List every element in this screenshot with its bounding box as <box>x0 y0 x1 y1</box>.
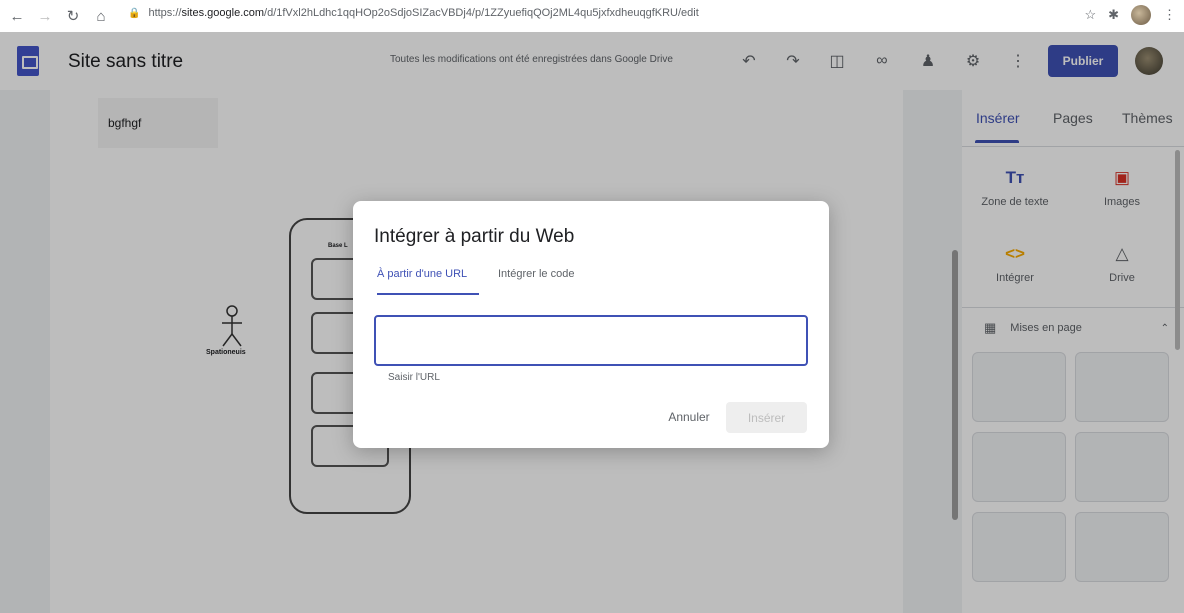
text-block-content[interactable]: bgfhgf <box>108 116 141 130</box>
back-arrow-icon[interactable]: ← <box>6 5 28 27</box>
url-prefix: https:// <box>148 7 182 19</box>
star-icon[interactable]: ☆ <box>1084 7 1096 23</box>
redo-icon[interactable]: ↷ <box>782 50 804 72</box>
layout-option[interactable] <box>1075 512 1169 582</box>
save-status: Toutes les modifications ont été enregis… <box>390 54 673 65</box>
avatar[interactable] <box>1135 47 1163 75</box>
url-input-hint: Saisir l'URL <box>388 372 440 383</box>
layout-option[interactable] <box>972 432 1066 502</box>
phone-title: Base L <box>328 243 348 249</box>
collapse-chevron-icon[interactable]: ⌃ <box>1161 323 1169 334</box>
url-host: sites.google.com <box>181 7 265 19</box>
dialog-title: Intégrer à partir du Web <box>374 226 575 247</box>
browser-actions: ☆ ✱ ⋮ <box>1084 5 1176 25</box>
canvas-scrollbar[interactable] <box>952 250 958 520</box>
lock-icon: 🔒 <box>128 7 141 19</box>
url-input[interactable] <box>374 315 808 366</box>
actor-label: Spationeuis <box>206 349 246 356</box>
layout-option[interactable] <box>1075 352 1169 422</box>
text-box-icon: Tт <box>1005 168 1025 187</box>
tool-drive[interactable]: △ Drive <box>1077 244 1167 284</box>
undo-icon[interactable]: ↶ <box>738 50 760 72</box>
layout-option[interactable] <box>972 512 1066 582</box>
reload-icon[interactable]: ↻ <box>62 5 84 27</box>
tab-embed-code[interactable]: Intégrer le code <box>498 268 574 280</box>
tool-embed-label: Intégrer <box>996 272 1034 284</box>
divider <box>962 307 1184 308</box>
extension-icon[interactable]: ✱ <box>1108 7 1119 23</box>
google-sites-logo-icon[interactable] <box>17 46 39 76</box>
tool-text-box-label: Zone de texte <box>981 196 1049 208</box>
tab-from-url[interactable]: À partir d'une URL <box>377 268 467 280</box>
more-menu-icon[interactable]: ⋮ <box>1007 50 1029 72</box>
embed-dialog: Intégrer à partir du Web À partir d'une … <box>353 201 829 448</box>
app-header: Site sans titre Toutes les modifications… <box>0 32 1184 90</box>
tab-pages[interactable]: Pages <box>1053 110 1093 126</box>
tool-images[interactable]: ▣ Images <box>1077 168 1167 208</box>
panel-scrollbar[interactable] <box>1175 150 1180 350</box>
tab-themes[interactable]: Thèmes <box>1122 110 1173 126</box>
tool-images-label: Images <box>1103 196 1141 208</box>
insert-side-panel: Insérer Pages Thèmes Tт Zone de texte ▣ … <box>962 90 1184 613</box>
browser-toolbar: ← → ↻ ⌂ 🔒 https://sites.google.com/d/1fV… <box>0 0 1184 32</box>
drive-icon: △ <box>1115 244 1129 263</box>
tab-active-indicator <box>377 293 479 295</box>
forward-arrow-icon[interactable]: → <box>34 5 56 27</box>
embed-code-icon: <> <box>1005 244 1025 263</box>
layouts-header[interactable]: ▦ Mises en page ⌃ <box>984 320 1169 336</box>
layouts-icon: ▦ <box>984 320 997 335</box>
share-add-person-icon[interactable]: ♟ <box>917 50 939 72</box>
text-block[interactable]: bgfhgf <box>98 98 218 148</box>
menu-icon[interactable]: ⋮ <box>1163 7 1176 23</box>
link-icon[interactable]: ∞ <box>871 50 893 72</box>
cancel-button[interactable]: Annuler <box>656 403 722 431</box>
image-icon: ▣ <box>1113 168 1131 187</box>
preview-devices-icon[interactable]: ◫ <box>826 50 848 72</box>
divider <box>962 146 1184 147</box>
site-title[interactable]: Site sans titre <box>68 51 183 73</box>
insert-button[interactable]: Insérer <box>726 402 807 433</box>
layouts-label: Mises en page <box>1010 322 1082 334</box>
publish-button[interactable]: Publier <box>1048 45 1118 77</box>
tab-insert[interactable]: Insérer <box>976 110 1020 126</box>
tool-text-box[interactable]: Tт Zone de texte <box>970 168 1060 208</box>
url-path: /d/1fVxl2hLdhc1qqHOp2oSdjoSIZacVBDj4/p/1… <box>264 7 699 19</box>
profile-icon[interactable] <box>1131 5 1151 25</box>
layout-option[interactable] <box>972 352 1066 422</box>
layout-option[interactable] <box>1075 432 1169 502</box>
settings-gear-icon[interactable]: ⚙ <box>962 50 984 72</box>
home-icon[interactable]: ⌂ <box>90 5 112 27</box>
address-bar[interactable]: 🔒 https://sites.google.com/d/1fVxl2hLdhc… <box>128 7 699 19</box>
tab-active-indicator <box>975 140 1019 143</box>
tool-drive-label: Drive <box>1109 272 1135 284</box>
tool-embed[interactable]: <> Intégrer <box>970 244 1060 284</box>
